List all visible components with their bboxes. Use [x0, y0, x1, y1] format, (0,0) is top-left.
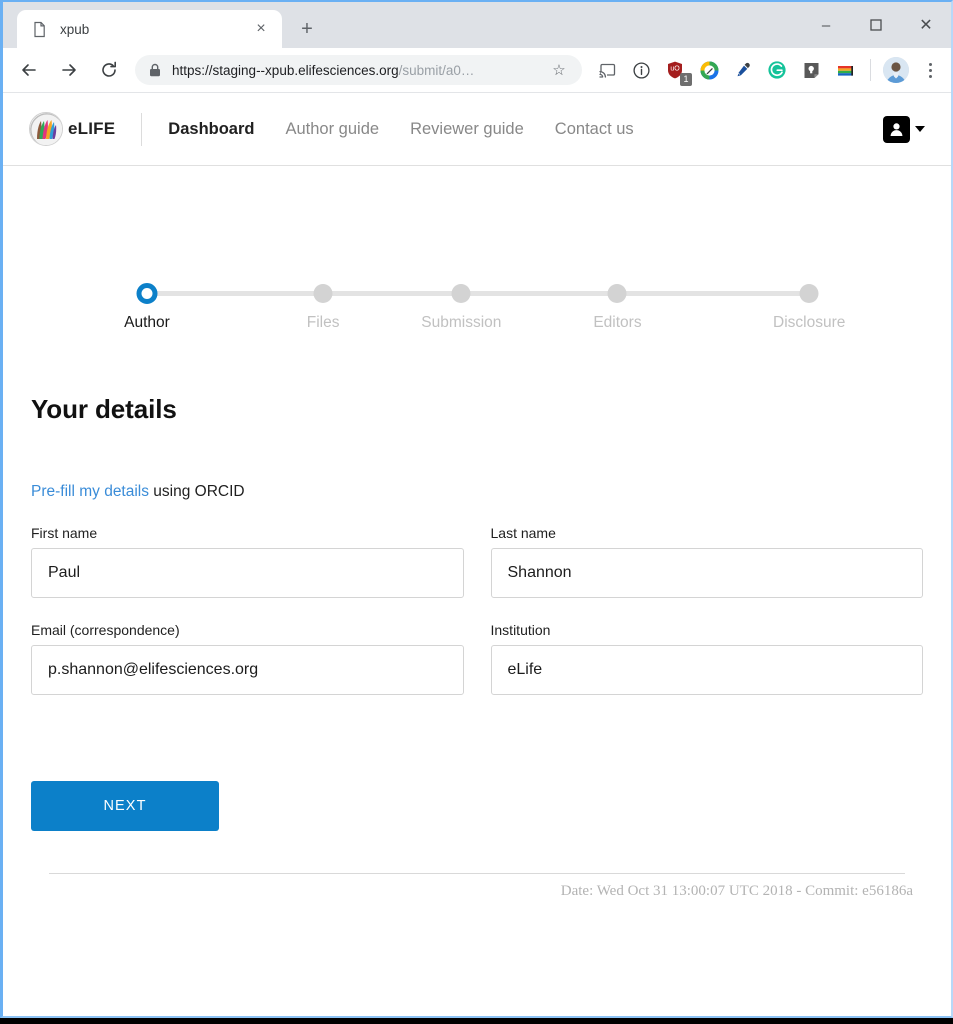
- step-label: Disclosure: [773, 314, 846, 331]
- browser-toolbar: https://staging--xpub.elifesciences.org/…: [3, 48, 951, 93]
- page-footer: Date: Wed Oct 31 13:00:07 UTC 2018 - Com…: [31, 873, 923, 900]
- last-name-input[interactable]: [490, 548, 923, 598]
- user-avatar-icon: [883, 115, 910, 143]
- email-label: Email (correspondence): [31, 622, 180, 638]
- elife-logo-icon: [29, 112, 63, 146]
- extension-badge: 1: [680, 73, 692, 86]
- institution-field: Institution: [490, 622, 923, 695]
- rainbow-stack-icon[interactable]: [831, 56, 859, 84]
- first-name-input[interactable]: [31, 548, 464, 598]
- site-nav: Dashboard Author guide Reviewer guide Co…: [168, 120, 633, 139]
- name-row: First name Last name: [31, 525, 923, 598]
- step-dot-active: [136, 283, 158, 304]
- page-title: Your details: [31, 394, 177, 424]
- institution-label: Institution: [490, 622, 551, 638]
- page-content: Author Files Submission Editors Disclosu…: [3, 283, 951, 900]
- step-dot: [451, 284, 471, 303]
- nav-item-contact-us[interactable]: Contact us: [555, 120, 634, 139]
- tab-strip: xpub × +: [3, 2, 324, 48]
- first-name-field: First name: [31, 525, 464, 598]
- footer-build-info: Date: Wed Oct 31 13:00:07 UTC 2018 - Com…: [560, 883, 913, 899]
- next-button[interactable]: NEXT: [31, 781, 219, 831]
- email-input[interactable]: [31, 645, 464, 695]
- window-controls: – ✕: [801, 2, 951, 48]
- tab-title: xpub: [60, 21, 90, 37]
- prefill-row: Pre-fill my details using ORCID: [31, 483, 923, 501]
- address-bar[interactable]: https://staging--xpub.elifesciences.org/…: [135, 55, 582, 85]
- eyedropper-icon[interactable]: [729, 56, 757, 84]
- brand-name: eLIFE: [68, 119, 116, 138]
- grammarly-g-icon[interactable]: [763, 56, 791, 84]
- header-divider: [141, 112, 143, 146]
- color-wheel-pencil-icon[interactable]: [695, 56, 723, 84]
- lightbulb-note-icon[interactable]: [797, 56, 825, 84]
- url-path: /submit/a0…: [398, 62, 475, 78]
- step-label: Submission: [421, 314, 502, 331]
- progress-stepper: Author Files Submission Editors Disclosu…: [31, 283, 923, 352]
- url-domain: staging--xpub.elifesciences.org: [212, 62, 399, 78]
- ublock-shield-icon[interactable]: uO 1: [661, 56, 692, 86]
- browser-window: xpub × + – ✕ https://staging--xpub.elife…: [0, 0, 953, 1018]
- browser-tab[interactable]: xpub ×: [17, 10, 282, 48]
- window-maximize-button[interactable]: [851, 2, 901, 48]
- chevron-down-icon: [915, 126, 925, 132]
- nav-item-author-guide[interactable]: Author guide: [285, 120, 379, 139]
- institution-input[interactable]: [490, 645, 923, 695]
- page-viewport: eLIFE Dashboard Author guide Reviewer gu…: [3, 93, 951, 1016]
- email-field: Email (correspondence): [31, 622, 464, 695]
- user-menu[interactable]: [883, 115, 925, 143]
- profile-avatar[interactable]: [883, 57, 909, 83]
- tab-close-icon[interactable]: ×: [250, 18, 272, 40]
- bookmark-star-icon[interactable]: ☆: [548, 61, 570, 79]
- url-host: https://: [172, 62, 213, 78]
- contact-row: Email (correspondence) Institution: [31, 622, 923, 695]
- first-name-label: First name: [31, 525, 98, 541]
- back-icon[interactable]: [13, 54, 45, 86]
- prefill-suffix: using ORCID: [149, 483, 245, 500]
- stepper-track: [146, 291, 808, 296]
- kebab-menu-icon[interactable]: [917, 55, 943, 85]
- brand[interactable]: eLIFE: [29, 112, 115, 146]
- step-dot: [313, 284, 333, 303]
- info-circle-icon[interactable]: [627, 56, 655, 84]
- svg-text:uO: uO: [670, 66, 680, 73]
- step-label: Files: [306, 314, 340, 331]
- title-bar: xpub × + – ✕: [3, 2, 951, 48]
- site-header: eLIFE Dashboard Author guide Reviewer gu…: [3, 93, 951, 166]
- reload-icon[interactable]: [93, 54, 125, 86]
- forward-icon[interactable]: [53, 54, 85, 86]
- last-name-label: Last name: [490, 525, 556, 541]
- url-text: https://staging--xpub.elifesciences.org/…: [172, 63, 548, 78]
- window-close-button[interactable]: ✕: [901, 2, 951, 48]
- step-label: Author: [124, 314, 170, 331]
- lock-icon: [149, 63, 161, 77]
- step-dot: [799, 284, 819, 303]
- window-minimize-button[interactable]: –: [801, 2, 851, 48]
- step-dot: [607, 284, 627, 303]
- document-icon: [31, 21, 48, 38]
- toolbar-divider: [870, 59, 871, 81]
- step-label: Editors: [593, 314, 642, 331]
- prefill-orcid-link[interactable]: Pre-fill my details: [31, 483, 149, 500]
- cast-icon[interactable]: [593, 56, 621, 84]
- nav-item-dashboard[interactable]: Dashboard: [168, 120, 254, 139]
- new-tab-button[interactable]: +: [290, 12, 324, 46]
- desktop-taskbar: [0, 1018, 953, 1024]
- last-name-field: Last name: [490, 525, 923, 598]
- nav-item-reviewer-guide[interactable]: Reviewer guide: [410, 120, 524, 139]
